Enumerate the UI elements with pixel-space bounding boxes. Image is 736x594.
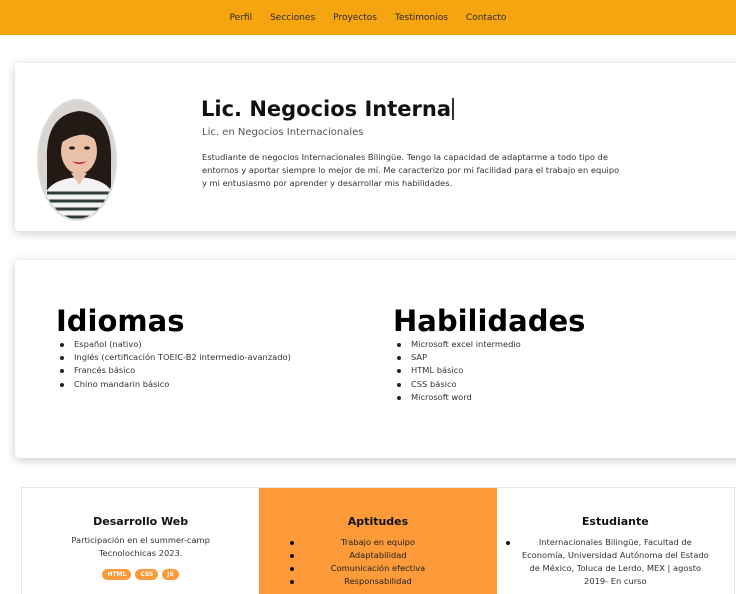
aptitudes-title: Aptitudes [347, 515, 409, 528]
nav-link-perfil[interactable]: Perfil [230, 13, 253, 23]
profile-subtitle: Lic. en Negocios Internacionales [202, 127, 364, 138]
aptitude-item: Comunicación efectiva [259, 562, 496, 575]
aptitude-item: Trabajo en equipo [259, 536, 496, 549]
language-item: Inglés (certificación TOEIC-B2 intermedi… [56, 351, 291, 364]
nav-link-testimonios[interactable]: Testimonios [395, 13, 448, 23]
badge-css: CSS [135, 569, 159, 580]
badge-html: HTML [102, 569, 132, 580]
nav-link-contacto[interactable]: Contacto [466, 13, 507, 23]
profile-card: Lic. Negocios Interna Lic. en Negocios I… [15, 63, 736, 231]
languages-title: Idiomas [56, 304, 185, 338]
aptitudes-tile: Aptitudes Trabajo en equipo Adaptabilida… [259, 488, 497, 594]
skill-item: CSS básico [393, 378, 585, 391]
skills-card: Idiomas Español (nativo) Inglés (certifi… [15, 260, 736, 458]
languages-column: Idiomas Español (nativo) Inglés (certifi… [56, 304, 291, 391]
nav-link-proyectos[interactable]: Proyectos [333, 13, 377, 23]
language-item: Español (nativo) [56, 338, 291, 351]
skill-item: Microsoft word [393, 391, 585, 404]
aptitude-item: Adaptabilidad [259, 549, 496, 562]
skill-item: Microsoft excel intermedio [393, 338, 585, 351]
profile-photo-image [39, 101, 115, 219]
student-title: Estudiante [581, 515, 649, 528]
student-text: Internacionales Bilingüe, Facultad de Ec… [506, 537, 709, 586]
web-dev-tile: Desarrollo Web Participación en el summe… [22, 488, 259, 594]
web-dev-title: Desarrollo Web [93, 515, 189, 528]
skills-column: Habilidades Microsoft excel intermedio S… [393, 304, 585, 404]
language-item: Chino mandarin básico [56, 378, 291, 391]
profile-bio: Estudiante de negocios Internacionales B… [202, 152, 620, 188]
aptitude-item: Responsabilidad [259, 575, 496, 588]
language-item: Francés básico [56, 364, 291, 377]
profile-name-text: Lic. Negocios Interna [201, 97, 452, 121]
badge-js: JS [162, 569, 179, 580]
skill-item: HTML básico [393, 364, 585, 377]
web-dev-desc: Participación en el summer-camp Tecnoloc… [71, 535, 210, 558]
languages-list: Español (nativo) Inglés (certificación T… [56, 338, 291, 391]
tech-badges: HTML CSS JS [22, 569, 259, 580]
skills-list: Microsoft excel intermedio SAP HTML bási… [393, 338, 585, 404]
nav-link-secciones[interactable]: Secciones [270, 13, 315, 23]
typing-caret [452, 98, 455, 120]
skills-title: Habilidades [393, 304, 586, 338]
profile-name: Lic. Negocios Interna [201, 97, 455, 121]
feature-tiles: Desarrollo Web Participación en el summe… [21, 487, 735, 594]
profile-photo [37, 99, 117, 221]
top-nav: Perfil Secciones Proyectos Testimonios C… [0, 0, 736, 35]
skill-item: SAP [393, 351, 585, 364]
aptitudes-list: Trabajo en equipo Adaptabilidad Comunica… [259, 536, 496, 588]
student-tile: Estudiante Internacionales Bilingüe, Fac… [497, 488, 734, 594]
